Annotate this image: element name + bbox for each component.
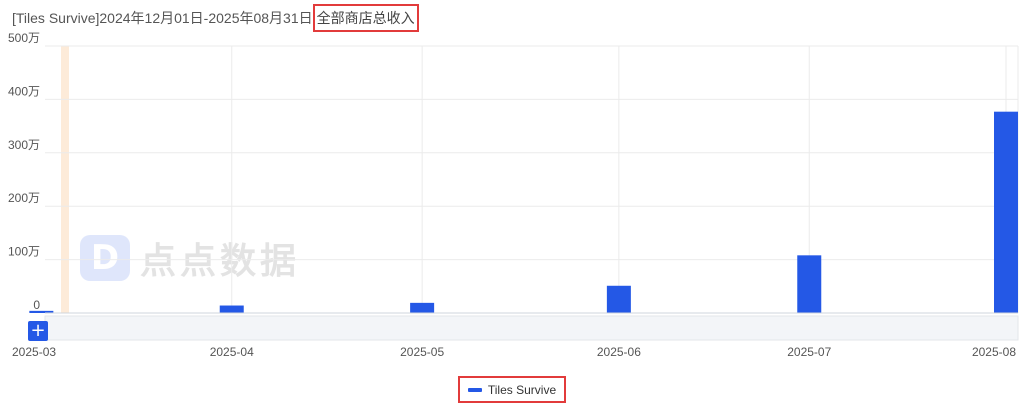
bar [797,255,822,313]
selection-band [61,46,69,313]
x-tick-label: 2025-08 [972,345,1016,359]
revenue-chart: 0 100万 200万 300万 400万 500万 2025-03 2025-04 2025-… [8,31,1019,359]
y-tick-label: 0 [33,298,40,312]
zoom-slider-track [44,315,1019,341]
y-tick-label: 300万 [8,138,40,152]
bar [219,305,244,313]
y-tick-label: 100万 [8,245,40,259]
x-tick-label: 2025-05 [400,345,444,359]
y-tick-label: 200万 [8,191,40,205]
legend-label: Tiles Survive [487,382,557,397]
x-tick-label: 2025-07 [787,345,831,359]
zoom-expand-button[interactable]: + [28,321,48,341]
x-tick-label: 2025-06 [597,345,641,359]
x-tick-label: 2025-04 [210,345,254,359]
legend-swatch [467,387,482,392]
bar [994,111,1018,313]
bar [410,302,435,313]
bar [606,285,631,313]
y-tick-label: 500万 [8,31,40,45]
y-tick-label: 400万 [8,84,40,98]
x-tick-label: 2025-03 [12,345,56,359]
legend[interactable]: Tiles Survive [458,376,566,403]
